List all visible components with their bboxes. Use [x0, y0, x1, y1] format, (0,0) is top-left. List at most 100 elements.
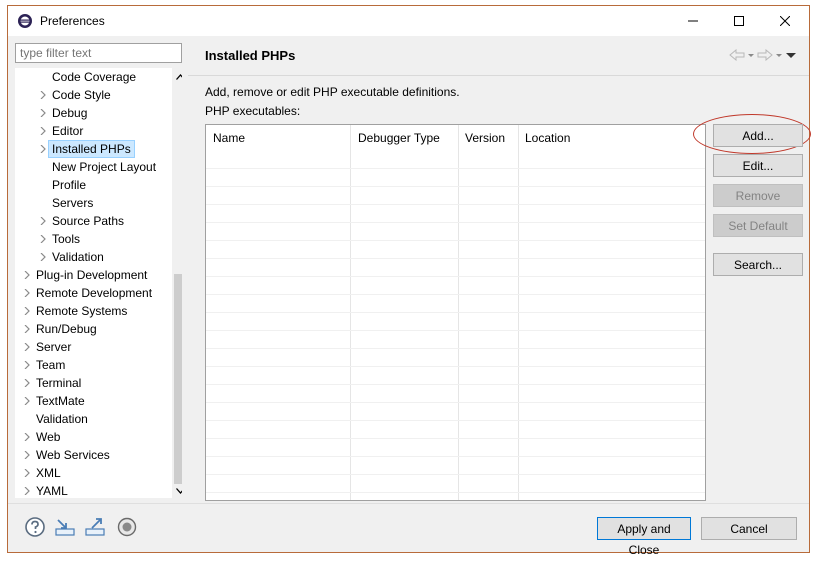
tree-item-server[interactable]: Server: [15, 338, 172, 356]
chevron-right-icon[interactable]: [23, 469, 31, 477]
tree-item-source-paths[interactable]: Source Paths: [15, 212, 172, 230]
tree-item-terminal[interactable]: Terminal: [15, 374, 172, 392]
cancel-button[interactable]: Cancel: [701, 517, 797, 540]
tree-item-code-coverage[interactable]: Code Coverage: [15, 68, 172, 86]
scroll-up-icon[interactable]: [176, 74, 182, 80]
chevron-right-icon[interactable]: [23, 307, 31, 315]
tree-item-code-style[interactable]: Code Style: [15, 86, 172, 104]
tree-item-web-services[interactable]: Web Services: [15, 446, 172, 464]
column-header-location[interactable]: Location: [518, 125, 570, 151]
close-button[interactable]: [762, 6, 808, 36]
remove-button[interactable]: Remove: [713, 184, 803, 207]
menu-icon[interactable]: [785, 49, 797, 61]
tree-item-tools[interactable]: Tools: [15, 230, 172, 248]
tree-item-web[interactable]: Web: [15, 428, 172, 446]
row-divider: [206, 312, 705, 313]
preference-page: Installed PHPs Add, remove or edit PHP e…: [188, 37, 811, 502]
chevron-right-icon[interactable]: [39, 145, 47, 153]
tree-item-label: Code Coverage: [52, 70, 137, 84]
tree-item-plug-in-development[interactable]: Plug-in Development: [15, 266, 172, 284]
tree-item-servers[interactable]: Servers: [15, 194, 172, 212]
minimize-button[interactable]: [670, 6, 716, 36]
help-icon[interactable]: [24, 516, 46, 538]
search-button[interactable]: Search...: [713, 253, 803, 276]
forward-arrow-icon[interactable]: [757, 49, 773, 61]
chevron-right-icon[interactable]: [23, 451, 31, 459]
tree-scrollbar[interactable]: [172, 68, 182, 498]
chevron-right-icon[interactable]: [23, 271, 31, 279]
tree-item-label: Run/Debug: [36, 322, 97, 336]
chevron-right-icon[interactable]: [39, 217, 47, 225]
tree-item-installed-phps[interactable]: Installed PHPs: [15, 140, 172, 158]
tree-item-remote-systems[interactable]: Remote Systems: [15, 302, 172, 320]
chevron-right-icon[interactable]: [39, 235, 47, 243]
dropdown-icon[interactable]: [747, 49, 755, 61]
chevron-right-icon[interactable]: [39, 91, 47, 99]
tree-item-label: Terminal: [36, 376, 82, 390]
column-divider: [350, 125, 351, 500]
scroll-down-icon[interactable]: [176, 488, 182, 494]
scroll-thumb[interactable]: [174, 274, 182, 484]
tree-item-new-project-layout[interactable]: New Project Layout: [15, 158, 172, 176]
chevron-right-icon[interactable]: [23, 397, 31, 405]
row-divider: [206, 492, 705, 493]
chevron-right-icon[interactable]: [23, 289, 31, 297]
page-description: Add, remove or edit PHP executable defin…: [205, 85, 460, 99]
column-header-version[interactable]: Version: [458, 125, 505, 151]
page-title: Installed PHPs: [205, 48, 296, 63]
add-button[interactable]: Add...: [713, 124, 803, 147]
row-divider: [206, 168, 705, 169]
edit-button[interactable]: Edit...: [713, 154, 803, 177]
php-executables-label: PHP executables:: [205, 104, 301, 118]
export-icon[interactable]: [84, 516, 106, 538]
row-divider: [206, 384, 705, 385]
header-divider: [188, 75, 809, 76]
chevron-right-icon[interactable]: [39, 253, 47, 261]
chevron-right-icon[interactable]: [23, 487, 31, 495]
chevron-right-icon[interactable]: [39, 109, 47, 117]
tree-item-yaml[interactable]: YAML: [15, 482, 172, 498]
tree-item-label: Validation: [52, 250, 104, 264]
tree-item-php-validation[interactable]: Validation: [15, 248, 172, 266]
back-arrow-icon[interactable]: [729, 49, 745, 61]
tree-item-validation[interactable]: Validation: [15, 410, 172, 428]
chevron-right-icon[interactable]: [23, 433, 31, 441]
row-divider: [206, 186, 705, 187]
php-executables-table[interactable]: Name Debugger Type Version Location: [205, 124, 706, 501]
row-divider: [206, 366, 705, 367]
tree-item-debug[interactable]: Debug: [15, 104, 172, 122]
tree-item-editor[interactable]: Editor: [15, 122, 172, 140]
preferences-window: Preferences Code Coverage Code Style: [7, 5, 811, 557]
chevron-right-icon[interactable]: [23, 325, 31, 333]
column-header-name[interactable]: Name: [206, 125, 245, 151]
chevron-right-icon[interactable]: [23, 343, 31, 351]
maximize-button[interactable]: [716, 6, 762, 36]
eclipse-icon: [18, 14, 32, 28]
tree-item-remote-development[interactable]: Remote Development: [15, 284, 172, 302]
apply-and-close-button[interactable]: Apply and Close: [597, 517, 691, 557]
tree-item-label: XML: [36, 466, 61, 480]
window-title: Preferences: [40, 14, 105, 28]
tree-item-team[interactable]: Team: [15, 356, 172, 374]
filter-input[interactable]: [15, 43, 182, 63]
page-navigation: [729, 48, 797, 62]
oomph-icon[interactable]: [116, 516, 138, 538]
tree-item-run-debug[interactable]: Run/Debug: [15, 320, 172, 338]
tree-item-profile[interactable]: Profile: [15, 176, 172, 194]
footer-divider: [8, 503, 809, 504]
set-default-button[interactable]: Set Default: [713, 214, 803, 237]
tree-item-label: Remote Development: [36, 286, 153, 300]
tree-item-label: TextMate: [36, 394, 85, 408]
preference-tree: Code Coverage Code Style Debug Editor In…: [15, 68, 182, 498]
column-header-debugger-type[interactable]: Debugger Type: [351, 125, 440, 151]
chevron-right-icon[interactable]: [23, 379, 31, 387]
chevron-right-icon[interactable]: [23, 361, 31, 369]
tree-item-xml[interactable]: XML: [15, 464, 172, 482]
import-icon[interactable]: [54, 516, 76, 538]
tree-item-textmate[interactable]: TextMate: [15, 392, 172, 410]
row-divider: [206, 222, 705, 223]
dropdown-icon[interactable]: [775, 49, 783, 61]
tree-item-label: Tools: [52, 232, 81, 246]
chevron-right-icon[interactable]: [39, 127, 47, 135]
tree-item-label: Server: [36, 340, 72, 354]
